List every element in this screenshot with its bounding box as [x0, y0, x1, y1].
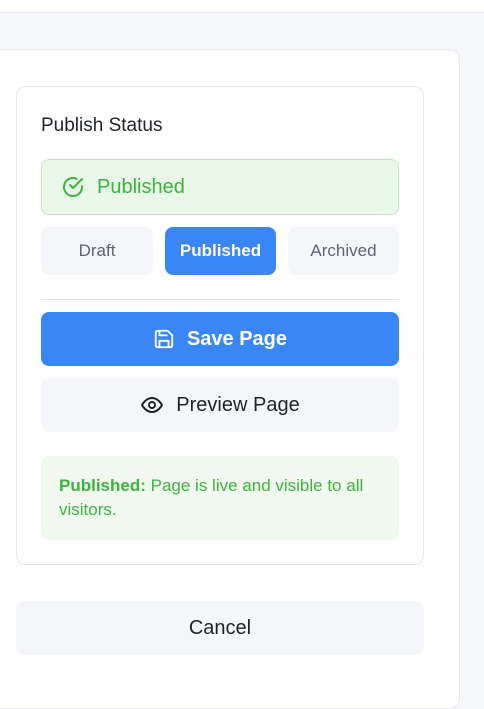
card-title: Publish Status	[41, 115, 163, 136]
status-label: Published	[97, 175, 185, 198]
eye-icon	[140, 393, 164, 417]
top-bar	[0, 0, 484, 13]
publish-info-box: Published: Page is live and visible to a…	[41, 456, 399, 540]
save-icon	[153, 328, 175, 350]
info-status-strong: Published:	[59, 476, 146, 495]
cancel-button[interactable]: Cancel	[16, 601, 424, 655]
preview-page-button[interactable]: Preview Page	[41, 378, 399, 432]
status-option-archived[interactable]: Archived	[288, 227, 399, 275]
preview-page-label: Preview Page	[176, 393, 300, 416]
status-banner: Published	[41, 159, 399, 215]
check-circle-icon	[61, 175, 85, 199]
divider	[41, 299, 399, 300]
save-page-label: Save Page	[186, 327, 288, 350]
status-option-published[interactable]: Published	[165, 227, 276, 275]
status-option-draft[interactable]: Draft	[41, 227, 153, 275]
save-page-button[interactable]: Save Page	[41, 312, 399, 366]
